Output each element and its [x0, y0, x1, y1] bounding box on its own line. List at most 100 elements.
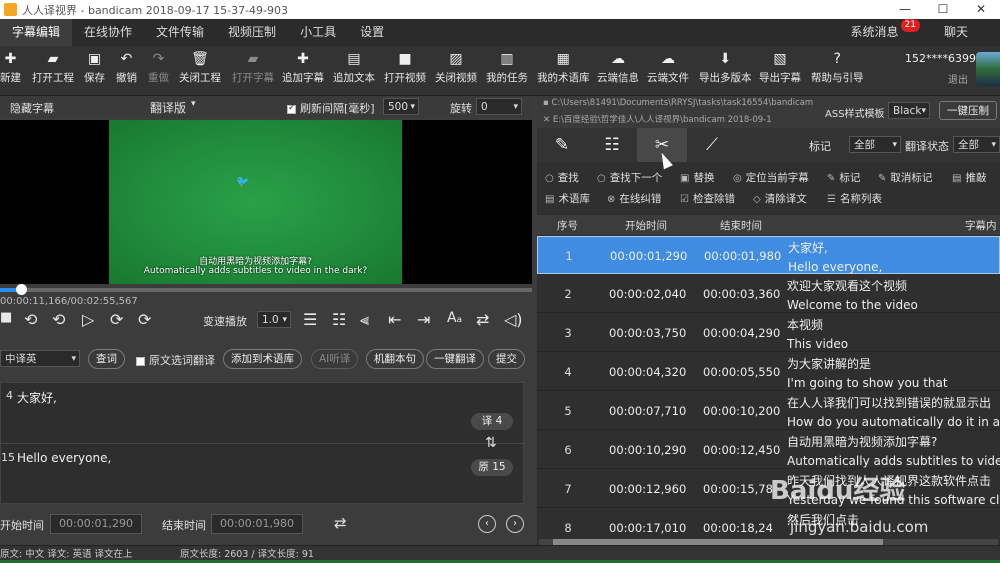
table-row[interactable]: 5 00:00:07,710 00:00:10,200 在人人译我们可以找到错误…	[537, 392, 1000, 430]
set-start-icon[interactable]: ⇤	[388, 310, 401, 329]
cloud-files-button[interactable]: ☁ 云端文件	[647, 50, 689, 85]
open-video-button[interactable]: ■ 打开视频	[384, 50, 426, 85]
translation-state-select[interactable]: 全部	[953, 136, 1000, 153]
rotate-select[interactable]: 0	[476, 98, 522, 115]
table-row[interactable]: 2 00:00:02,040 00:00:03,360 欢迎大家观看这个视频 We…	[537, 275, 1000, 313]
unmark-button[interactable]: ✎ 取消标记	[878, 170, 932, 185]
subtitle-path[interactable]: ▪ C:\Users\81491\Documents\RRYSJ\tasks\t…	[543, 98, 817, 108]
add-to-glossary-button[interactable]: 添加到术语库	[223, 349, 302, 369]
mark-button[interactable]: ✎ 标记	[827, 170, 860, 185]
list-icon[interactable]: ☷	[587, 128, 637, 162]
submit-button[interactable]: 提交	[488, 349, 525, 369]
swap-time-icon[interactable]: ⇄	[334, 514, 347, 532]
forward-3s-icon[interactable]: ⟳	[138, 310, 151, 329]
table-row[interactable]: 8 00:00:17,010 00:00:18,24 然后我们点击	[537, 509, 1000, 541]
machine-translate-button[interactable]: 机翻本句	[366, 349, 424, 369]
select-word-translate-checkbox[interactable]: 原文选词翻译	[136, 352, 215, 368]
refresh-interval-input[interactable]: 500	[383, 98, 419, 115]
refresh-checkbox[interactable]: 刷新间隔[毫秒]	[287, 100, 375, 116]
language-select[interactable]: 中译英	[0, 350, 80, 367]
close-project-button[interactable]: 🗑 关闭工程	[179, 50, 221, 85]
hide-subtitles-label[interactable]: 隐藏字幕	[10, 100, 54, 116]
set-end-icon[interactable]: ⇥	[417, 310, 430, 329]
video-path[interactable]: ✕ E:\百度经验\哲学佳人\人人译视界\bandicam 2018-09-1	[543, 113, 817, 125]
align-left-icon[interactable]: ⫷	[360, 310, 369, 330]
table-row[interactable]: 4 00:00:04,320 00:00:05,550 为大家讲解的是 I'm g…	[537, 353, 1000, 391]
minimize-button[interactable]: —	[886, 0, 924, 19]
maximize-button[interactable]: ☐	[924, 0, 962, 19]
mark-filter-select[interactable]: 全部	[849, 136, 901, 153]
speed-select[interactable]: 1.0	[257, 311, 291, 328]
table-row[interactable]: 6 00:00:10,290 00:00:12,450 自动用黑暗为视频添加字幕…	[537, 431, 1000, 469]
align-center-icon[interactable]: ☰	[303, 310, 317, 329]
rewind-1s-icon[interactable]: ⟲	[52, 310, 65, 329]
check-errors-button[interactable]: ☑ 检查除错	[680, 191, 735, 206]
table-row[interactable]: 3 00:00:03,750 00:00:04,290 本视频 This vide…	[537, 314, 1000, 352]
lookup-button[interactable]: 查词	[88, 349, 125, 369]
replace-button[interactable]: ▣ 替换	[680, 170, 714, 185]
my-glossary-button[interactable]: ▦ 我的术语库	[537, 50, 590, 85]
append-text-button[interactable]: ▤ 追加文本	[333, 50, 375, 85]
version-select[interactable]: 翻译版	[150, 99, 186, 116]
rewind-3s-icon[interactable]: ⟲	[24, 310, 37, 329]
menu-tools[interactable]: 小工具	[288, 19, 348, 46]
redo-button[interactable]: ↷ 重做	[148, 50, 169, 85]
stop-icon[interactable]: ■	[0, 310, 12, 325]
translation-count-tag[interactable]: 译 4	[471, 413, 513, 430]
swap-icon[interactable]: ⇄	[476, 310, 489, 329]
my-tasks-button[interactable]: ▥ 我的任务	[486, 50, 528, 85]
translation-text-field[interactable]: 大家好,	[17, 389, 57, 406]
chat-button[interactable]: 聊天	[932, 19, 980, 46]
original-count-tag[interactable]: 原 15	[471, 459, 513, 476]
table-row[interactable]: 7 00:00:12,960 00:00:15,78 昨天我们找到人人译视界这款…	[537, 470, 1000, 508]
find-button[interactable]: ○ 查找	[545, 170, 579, 185]
menu-subtitle-edit[interactable]: 字幕编辑	[0, 19, 73, 46]
account-name[interactable]: 152****6399	[905, 52, 976, 65]
menu-video-compress[interactable]: 视频压制	[216, 19, 288, 46]
original-text-field[interactable]: Hello everyone,	[17, 451, 111, 465]
one-click-translate-button[interactable]: 一键翻译	[426, 349, 484, 369]
prev-subtitle-icon[interactable]: ‹	[478, 515, 496, 533]
subtitle-editor[interactable]: 4 大家好, 15 Hello everyone, 译 4 ⇅ 原 15	[0, 382, 525, 504]
play-icon[interactable]: ▷	[82, 310, 94, 329]
next-subtitle-icon[interactable]: ›	[506, 515, 524, 533]
table-row[interactable]: 1 00:00:01,290 00:00:01,980 大家好, Hello ev…	[537, 236, 1000, 274]
seek-bar[interactable]	[0, 284, 532, 295]
menu-settings[interactable]: 设置	[348, 19, 396, 46]
help-button[interactable]: ? 帮助与引导	[811, 50, 864, 85]
avatar[interactable]	[976, 52, 1000, 86]
system-messages-button[interactable]: 系统消息 21	[839, 19, 932, 46]
chart-line-icon[interactable]: ⟋	[687, 128, 737, 162]
open-subtitle-button[interactable]: ▰ 打开字幕	[232, 50, 274, 85]
online-correction-button[interactable]: ⊗ 在线纠错	[607, 191, 661, 206]
volume-icon[interactable]: ◁)	[504, 310, 523, 329]
open-project-button[interactable]: ▰ 打开工程	[32, 50, 74, 85]
forward-1s-icon[interactable]: ⟳	[110, 310, 123, 329]
export-multi-button[interactable]: ⬇ 导出多版本	[699, 50, 752, 85]
cloud-info-button[interactable]: ☁ 云端信息	[597, 50, 639, 85]
menu-online-collab[interactable]: 在线协作	[72, 19, 144, 46]
glossary-button[interactable]: ▤ 术语库	[545, 191, 590, 206]
close-video-button[interactable]: ▨ 关闭视频	[435, 50, 477, 85]
one-click-compress-button[interactable]: 一键压制	[939, 101, 997, 120]
new-button[interactable]: ✚ 新建	[0, 50, 21, 85]
append-subtitle-button[interactable]: ✚ 追加字幕	[282, 50, 324, 85]
save-button[interactable]: ▣ 保存	[84, 50, 105, 85]
menu-file-transfer[interactable]: 文件传输	[144, 19, 216, 46]
edit-pencil-icon[interactable]: ✎	[537, 128, 587, 162]
start-time-input[interactable]: 00:00:01,290	[50, 514, 142, 534]
name-list-button[interactable]: ☰ 名称列表	[827, 191, 882, 206]
clear-translation-button[interactable]: ◇ 清除译文	[753, 191, 807, 206]
find-next-button[interactable]: ○ 查找下一个	[597, 170, 662, 185]
export-subtitle-button[interactable]: ▧ 导出字幕	[759, 50, 801, 85]
undo-button[interactable]: ↶ 撤销	[116, 50, 137, 85]
align-vertical-icon[interactable]: ☷	[332, 310, 346, 329]
video-player[interactable]: 🐦 自动用黑暗为视频添加字幕? Automatically adds subti…	[0, 120, 532, 284]
font-size-icon[interactable]: Aₐ	[447, 310, 462, 326]
ai-listen-button[interactable]: AI听译	[311, 349, 359, 369]
refine-button[interactable]: ▤ 推敲	[952, 170, 986, 185]
close-button[interactable]: ✕	[962, 0, 1000, 19]
ass-template-select[interactable]: Black	[888, 102, 930, 119]
seek-handle[interactable]	[16, 284, 28, 295]
end-time-input[interactable]: 00:00:01,980	[211, 514, 303, 534]
